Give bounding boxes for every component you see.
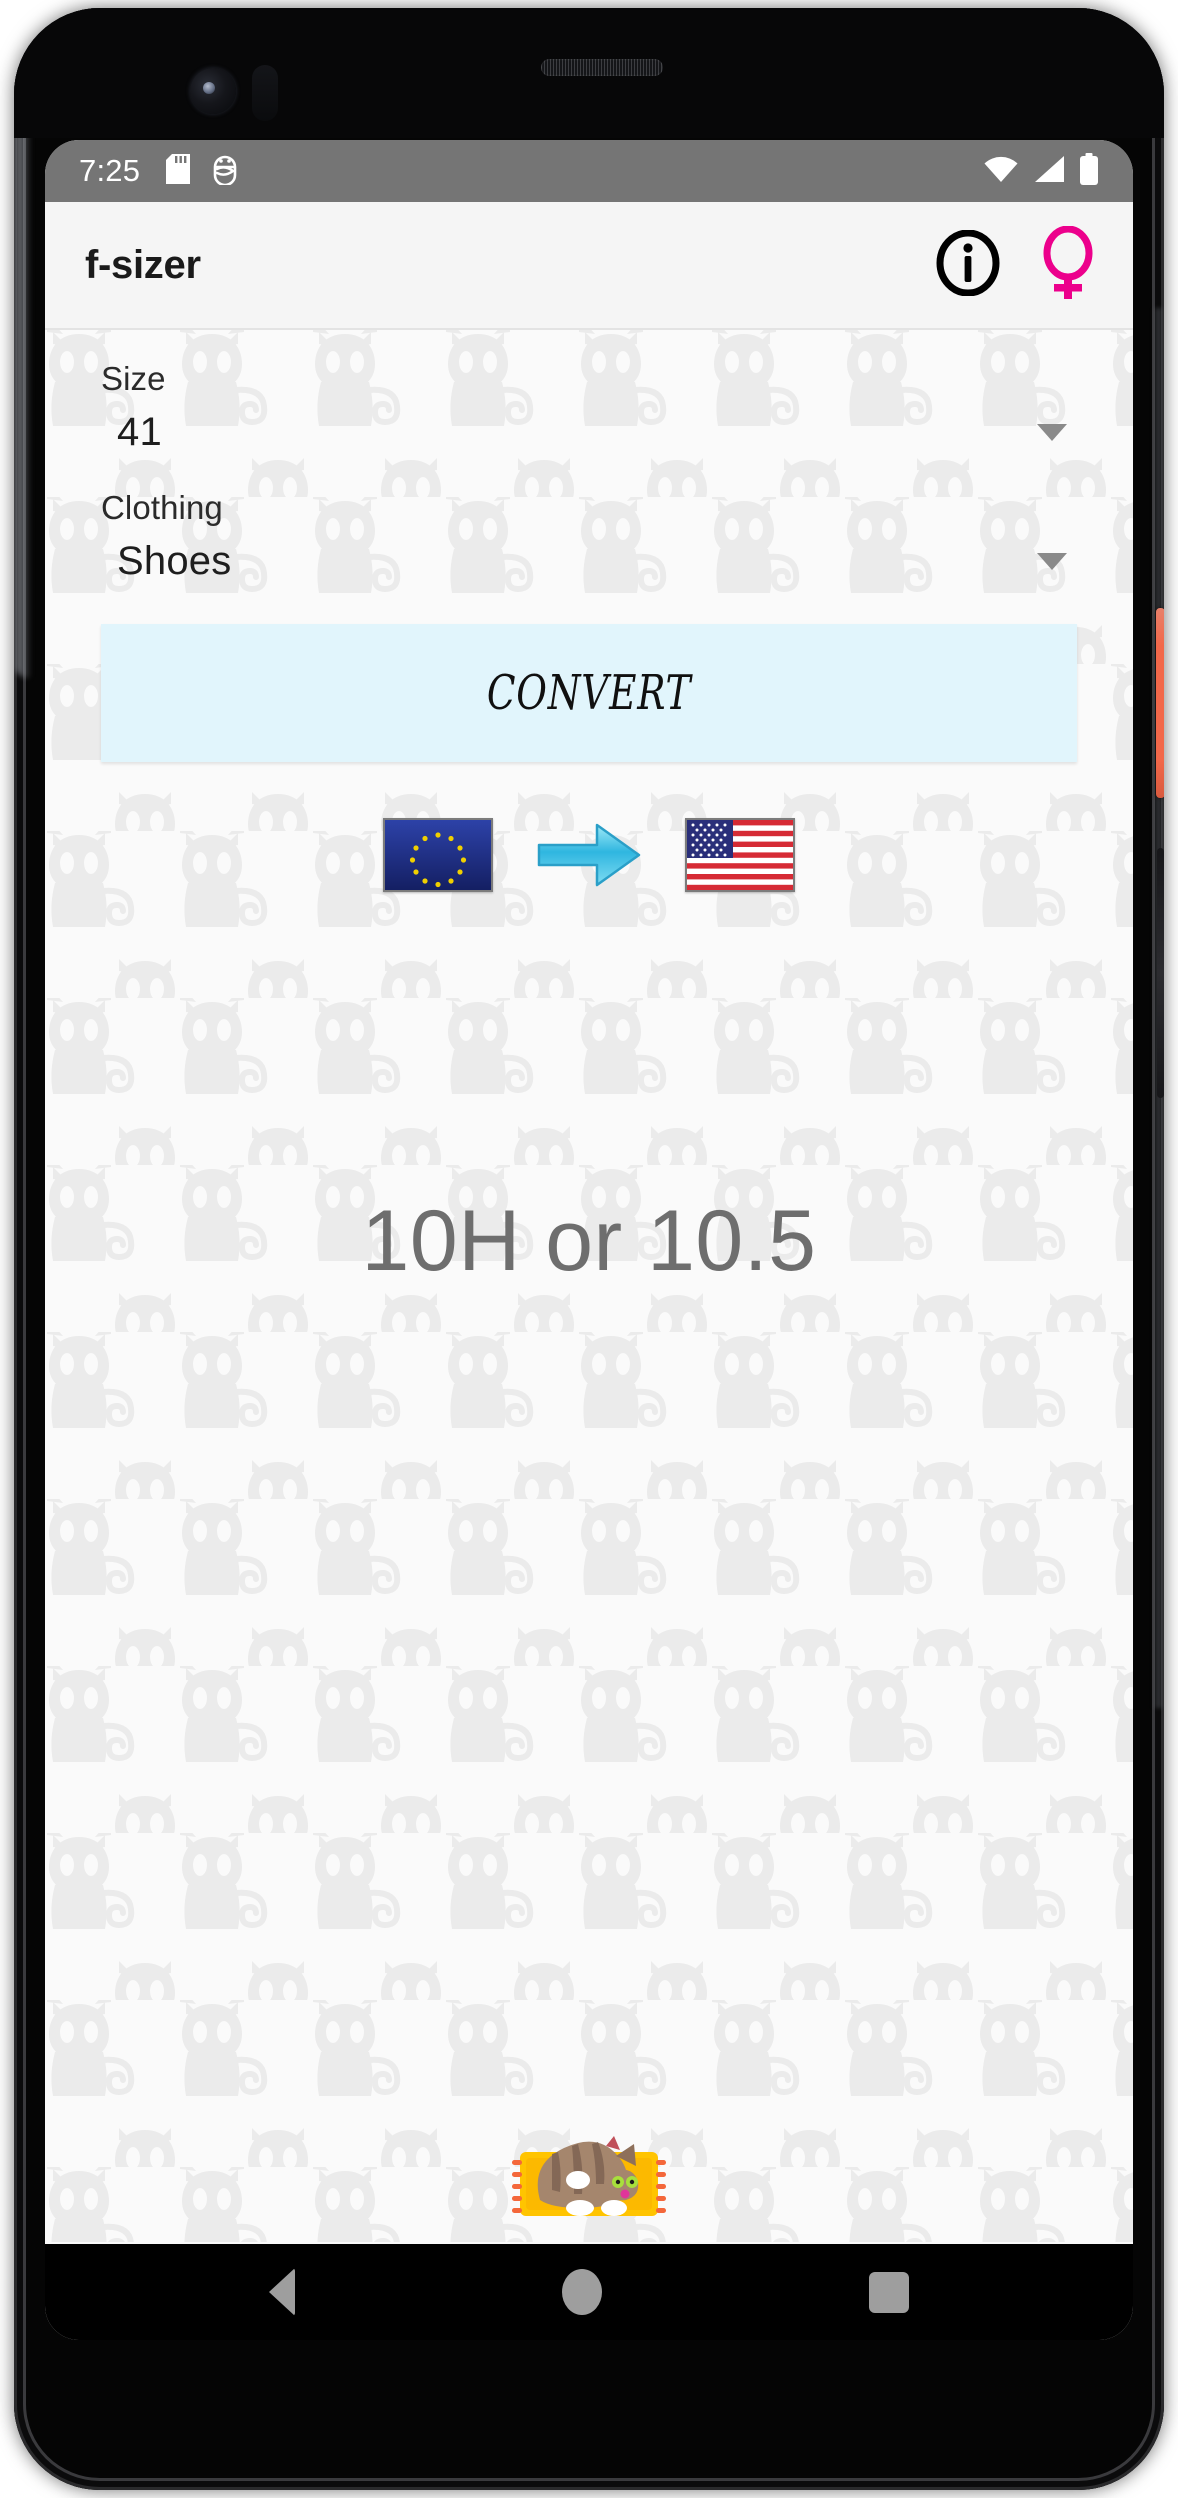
female-venus-icon[interactable] — [1037, 225, 1099, 305]
status-time: 7:25 — [79, 153, 141, 188]
sleeping-cat-image — [45, 2108, 1133, 2224]
recents-square-icon[interactable] — [869, 2271, 910, 2313]
us-flag-icon — [685, 818, 795, 892]
back-triangle-icon[interactable] — [268, 2268, 295, 2316]
conversion-flags-row — [45, 818, 1133, 892]
frame-highlight-left — [16, 118, 38, 678]
wifi-icon — [983, 155, 1019, 188]
status-bar: 7:25 — [45, 140, 1133, 202]
volume-button[interactable] — [1157, 848, 1164, 1098]
convert-button[interactable]: CONVERT — [101, 624, 1077, 762]
eu-flag-icon — [383, 818, 493, 892]
top-bezel — [14, 8, 1164, 138]
proximity-sensor-icon — [252, 65, 278, 121]
app-bar-actions — [935, 225, 1099, 305]
size-spinner[interactable]: 41 — [101, 398, 1077, 459]
home-circle-icon[interactable] — [561, 2269, 602, 2315]
chevron-down-icon — [1037, 424, 1067, 441]
size-value: 41 — [117, 410, 162, 454]
earpiece-speaker-icon — [541, 59, 663, 76]
chevron-down-icon — [1037, 553, 1067, 570]
right-arrow-icon — [535, 819, 643, 891]
sd-card-icon — [166, 153, 191, 189]
navigation-bar — [45, 2244, 1133, 2340]
status-right-icons — [983, 152, 1099, 190]
power-button[interactable] — [1156, 608, 1164, 798]
battery-full-icon — [1079, 152, 1099, 190]
android-debug-icon — [212, 153, 238, 190]
app-bar: f-sizer — [45, 202, 1133, 330]
app-title: f-sizer — [85, 242, 201, 287]
size-spinner-block: Size 41 — [45, 330, 1133, 459]
convert-button-label: CONVERT — [486, 665, 692, 721]
status-left-icons — [166, 153, 238, 190]
info-circle-icon[interactable] — [935, 229, 1001, 301]
phone-screen: 7:25 f-sizer Size 41 Clothing Shoes CONV… — [45, 140, 1133, 2340]
size-label: Size — [101, 360, 166, 397]
clothing-label: Clothing — [101, 489, 223, 526]
cellular-signal-icon — [1033, 155, 1065, 188]
front-camera-icon — [190, 68, 236, 114]
clothing-spinner-block: Clothing Shoes — [45, 459, 1133, 588]
clothing-value: Shoes — [117, 539, 232, 583]
clothing-spinner[interactable]: Shoes — [101, 527, 1077, 588]
main-content: Size 41 Clothing Shoes CONVERT 10H or 10… — [45, 330, 1133, 2242]
phone-frame: 7:25 f-sizer Size 41 Clothing Shoes CONV… — [14, 8, 1164, 2490]
conversion-result: 10H or 10.5 — [361, 1193, 817, 1289]
